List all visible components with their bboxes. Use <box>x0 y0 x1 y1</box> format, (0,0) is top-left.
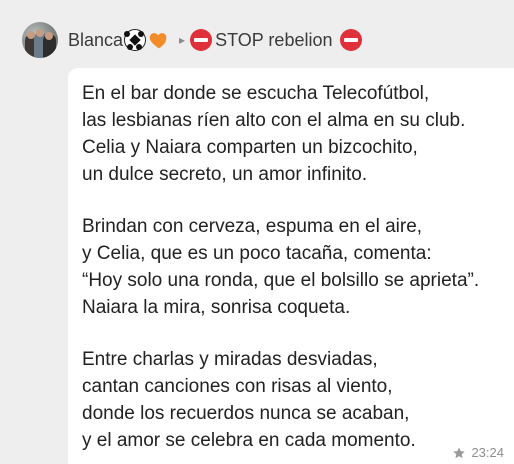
message-line: las lesbianas ríen alto con el alma en s… <box>82 110 466 131</box>
message-meta: 23:24 <box>452 445 504 460</box>
message-time: 23:24 <box>471 445 504 460</box>
stanza: En el bar donde se escucha Telecofútbol,… <box>82 80 514 188</box>
reply-arrow-icon: ▸ <box>179 33 186 47</box>
message-line: y el amor se celebra en cada momento. <box>82 430 416 451</box>
star-icon <box>453 446 466 458</box>
message-line: cantan canciones con risas al viento, <box>82 376 393 397</box>
message-line: un dulce secreto, un amor infinito. <box>82 164 368 185</box>
message-line: y Celia, que es un poco tacaña, comenta: <box>82 243 432 264</box>
stanza: Brindan con cerveza, espuma en el aire, … <box>82 213 514 321</box>
soccer-ball-icon <box>124 29 147 51</box>
message-bubble[interactable]: En el bar donde se escucha Telecofútbol,… <box>68 68 514 464</box>
message-line: donde los recuerdos nunca se acaban, <box>82 403 410 424</box>
message-line: Naiara la mira, sonrisa coqueta. <box>82 297 351 318</box>
message-line: Entre charlas y miradas desviadas, <box>82 349 378 370</box>
channel-name[interactable]: STOP rebelion <box>215 30 332 51</box>
message-header: Blanca ▸ STOP rebelion <box>22 20 363 60</box>
sender-name[interactable]: Blanca <box>68 30 123 51</box>
message-line: “Hoy solo una ronda, que el bolsillo se … <box>82 270 480 291</box>
orange-heart-icon <box>148 29 170 51</box>
message-line: Celia y Naiara comparten un bizcochito, <box>82 137 418 158</box>
avatar[interactable] <box>22 22 58 58</box>
no-entry-icon <box>340 29 363 51</box>
no-entry-icon <box>190 29 213 51</box>
message-line: En el bar donde se escucha Telecofútbol, <box>82 83 430 104</box>
message-line: Brindan con cerveza, espuma en el aire, <box>82 216 423 237</box>
stanza: Entre charlas y miradas desviadas, canta… <box>82 346 514 454</box>
